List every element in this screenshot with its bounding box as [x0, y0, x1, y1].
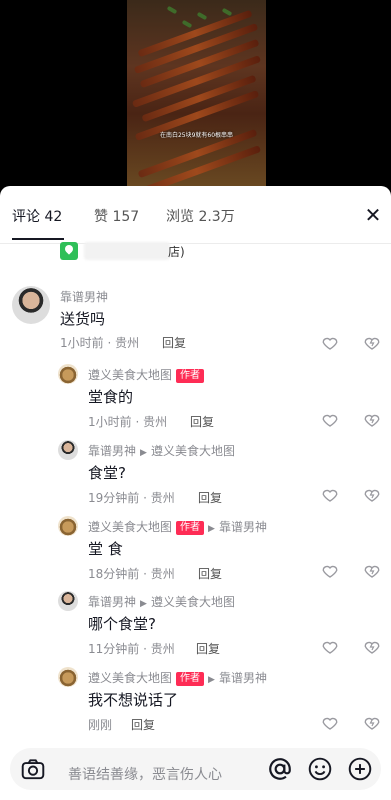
location-pin-icon: [60, 242, 78, 260]
avatar[interactable]: [58, 440, 78, 460]
author-badge: 作者: [176, 369, 205, 383]
input-placeholder: 善语结善缘，恶言伤人心: [68, 767, 222, 783]
dislike-heart-icon[interactable]: [363, 714, 381, 732]
tab-underline: [12, 238, 64, 240]
reply-meta: 11分钟前 · 贵州: [88, 642, 175, 656]
like-heart-icon[interactable]: [321, 486, 339, 504]
video-player[interactable]: 在南白25块9就有60根串串: [0, 0, 391, 190]
emoji-icon[interactable]: [307, 756, 333, 782]
camera-icon[interactable]: [20, 756, 46, 782]
location-name-blurred[interactable]: [84, 242, 170, 260]
dislike-heart-icon[interactable]: [363, 486, 381, 504]
reply-meta: 1小时前 · 贵州: [88, 415, 168, 429]
reply-text: 堂食的: [88, 388, 134, 406]
author-badge: 作者: [176, 521, 205, 535]
add-icon[interactable]: [347, 756, 373, 782]
comment-sheet: 评论 42 赞 157 浏览 2.3万 ✕ 店) 靠谱男神 送货吗 1小时前 ·…: [0, 186, 391, 800]
reply-text: 食堂?: [88, 464, 126, 482]
avatar[interactable]: [58, 667, 78, 687]
comment-meta: 1小时前 · 贵州: [60, 336, 140, 350]
dislike-heart-icon[interactable]: [363, 562, 381, 580]
reply-button[interactable]: 回复: [162, 334, 186, 351]
tab-comments[interactable]: 评论 42: [12, 206, 62, 226]
author-badge: 作者: [176, 672, 205, 686]
reply-button[interactable]: 回复: [190, 413, 214, 430]
reply-text: 堂 食: [88, 540, 123, 558]
reply-author[interactable]: 遵义美食大地图 作者 ▶ 靠谱男神: [88, 669, 267, 686]
location-suffix[interactable]: 店): [168, 243, 185, 260]
avatar[interactable]: [58, 364, 78, 384]
dislike-heart-icon[interactable]: [363, 411, 381, 429]
avatar[interactable]: [58, 516, 78, 536]
comment-input[interactable]: 善语结善缘，恶言伤人心: [10, 748, 381, 790]
like-heart-icon[interactable]: [321, 411, 339, 429]
reply-text: 我不想说话了: [88, 691, 179, 709]
tab-likes[interactable]: 赞 157: [94, 206, 139, 226]
comment-text: 送货吗: [60, 310, 106, 328]
tab-views[interactable]: 浏览 2.3万: [166, 206, 235, 226]
like-heart-icon[interactable]: [321, 562, 339, 580]
like-heart-icon[interactable]: [321, 638, 339, 656]
close-icon[interactable]: ✕: [360, 202, 386, 228]
comment-tabs: 评论 42 赞 157 浏览 2.3万 ✕: [0, 186, 391, 244]
avatar[interactable]: [58, 591, 78, 611]
reply-button[interactable]: 回复: [196, 640, 220, 657]
avatar[interactable]: [12, 286, 50, 324]
comment-author[interactable]: 靠谱男神: [60, 288, 108, 305]
reply-meta: 19分钟前 · 贵州: [88, 491, 175, 505]
reply-meta: 刚刚: [88, 718, 113, 732]
like-heart-icon[interactable]: [321, 334, 339, 352]
mention-icon[interactable]: [267, 756, 293, 782]
reply-button[interactable]: 回复: [131, 716, 155, 733]
dislike-heart-icon[interactable]: [363, 334, 381, 352]
video-thumbnail[interactable]: 在南白25块9就有60根串串: [127, 0, 266, 190]
like-heart-icon[interactable]: [321, 714, 339, 732]
reply-author[interactable]: 靠谱男神 ▶ 遵义美食大地图: [88, 593, 235, 610]
reply-meta: 18分钟前 · 贵州: [88, 567, 175, 581]
video-caption: 在南白25块9就有60根串串: [159, 132, 234, 139]
reply-author[interactable]: 遵义美食大地图 作者: [88, 366, 205, 383]
reply-author[interactable]: 遵义美食大地图 作者 ▶ 靠谱男神: [88, 518, 267, 535]
comment-input-bar: 善语结善缘，恶言伤人心: [0, 744, 391, 800]
reply-text: 哪个食堂?: [88, 615, 156, 633]
reply-author[interactable]: 靠谱男神 ▶ 遵义美食大地图: [88, 442, 235, 459]
dislike-heart-icon[interactable]: [363, 638, 381, 656]
reply-button[interactable]: 回复: [198, 489, 222, 506]
reply-button[interactable]: 回复: [198, 565, 222, 582]
